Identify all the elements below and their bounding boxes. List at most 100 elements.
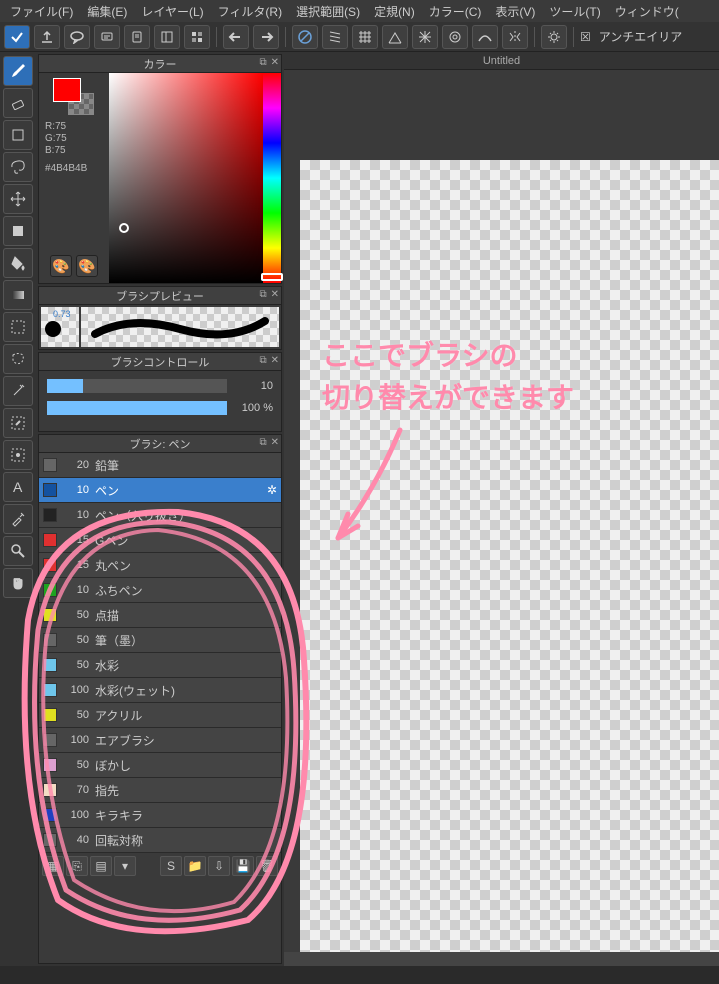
select-brush-tool[interactable] [3, 440, 33, 470]
lasso-tool[interactable] [3, 152, 33, 182]
brush-tool[interactable] [3, 56, 33, 86]
brush-save-icon[interactable]: 💾 [232, 856, 254, 876]
palette-swap-icon[interactable]: 🎨 [76, 255, 98, 277]
gear-icon[interactable]: ✲ [267, 483, 277, 497]
speech-icon[interactable] [64, 25, 90, 49]
wand-tool[interactable] [3, 376, 33, 406]
redo-button[interactable] [253, 25, 279, 49]
comment-icon[interactable] [94, 25, 120, 49]
brush-s-icon[interactable]: S [160, 856, 182, 876]
layout-icon[interactable] [154, 25, 180, 49]
brush-import-icon[interactable]: ⇩ [208, 856, 230, 876]
brush-row[interactable]: 10ペン✲ [39, 478, 281, 503]
brush-row[interactable]: 20鉛筆 [39, 453, 281, 478]
perspective-icon[interactable] [382, 25, 408, 49]
close-icon[interactable]: ✕ [271, 289, 279, 300]
brush-delete-icon[interactable]: 🗑 [256, 856, 278, 876]
fg-bg-swatch[interactable] [54, 79, 94, 115]
shape-tool[interactable] [3, 120, 33, 150]
menu-tool[interactable]: ツール(T) [543, 1, 606, 22]
undo-button[interactable] [223, 25, 249, 49]
brush-stroke-preview [81, 307, 279, 347]
hand-tool[interactable] [3, 568, 33, 598]
popout-icon[interactable]: ⧉ [259, 57, 266, 68]
select-rect-tool[interactable] [3, 312, 33, 342]
zoom-tool[interactable] [3, 536, 33, 566]
brush-row[interactable]: 10ふちペン [39, 578, 281, 603]
brush-row[interactable]: 100水彩(ウェット) [39, 678, 281, 703]
eyedropper-tool[interactable] [3, 504, 33, 534]
radial-icon[interactable] [412, 25, 438, 49]
symmetry-icon[interactable] [502, 25, 528, 49]
menu-view[interactable]: 表示(V) [489, 1, 541, 22]
brush-row[interactable]: 50点描 [39, 603, 281, 628]
brush-prop-icon[interactable]: ▤ [90, 856, 112, 876]
brush-color-swatch [43, 508, 57, 522]
menu-file[interactable]: ファイル(F) [4, 1, 79, 22]
brush-row[interactable]: 40回転対称 [39, 828, 281, 853]
canvas-viewport[interactable] [284, 70, 719, 966]
brush-folder-icon[interactable]: 📁 [184, 856, 206, 876]
palette-icon[interactable]: 🎨 [50, 255, 72, 277]
brush-row[interactable]: 100エアブラシ [39, 728, 281, 753]
canvas-document[interactable] [300, 160, 719, 956]
brush-size-label: 10 [63, 584, 89, 596]
eraser-tool[interactable] [3, 88, 33, 118]
export-icon[interactable] [34, 25, 60, 49]
select-pen-tool[interactable] [3, 408, 33, 438]
brush-color-swatch [43, 608, 57, 622]
close-icon[interactable]: ✕ [271, 57, 279, 68]
brush-row[interactable]: 50水彩 [39, 653, 281, 678]
select-lasso-tool[interactable] [3, 344, 33, 374]
popout-icon[interactable]: ⧉ [259, 289, 266, 300]
text-tool[interactable]: A [3, 472, 33, 502]
close-icon[interactable]: ✕ [271, 437, 279, 448]
menu-edit[interactable]: 編集(E) [81, 1, 133, 22]
brush-row[interactable]: 50アクリル [39, 703, 281, 728]
brush-row[interactable]: 70指先 [39, 778, 281, 803]
brush-row[interactable]: 15Gペン [39, 528, 281, 553]
menu-select[interactable]: 選択範囲(S) [290, 1, 366, 22]
document-tab[interactable]: Untitled [284, 52, 719, 70]
grid-icon[interactable] [352, 25, 378, 49]
brush-preview-panel: ブラシプレビュー ⧉✕ 0.73 [38, 286, 282, 350]
settings-button[interactable] [541, 25, 567, 49]
brush-row[interactable]: 100キラキラ [39, 803, 281, 828]
popout-icon[interactable]: ⧉ [259, 437, 266, 448]
apply-button[interactable] [4, 25, 30, 49]
horizontal-scrollbar[interactable] [284, 952, 719, 966]
brush-size-label: 15 [63, 559, 89, 571]
brush-row[interactable]: 50ぼかし [39, 753, 281, 778]
menu-layer[interactable]: レイヤー(L) [135, 1, 209, 22]
menu-norm[interactable]: 定規(N) [368, 1, 421, 22]
color-panel: カラー ⧉✕ R:75 G:75 B:75 #4B4B4B [38, 54, 282, 284]
page-icon[interactable] [124, 25, 150, 49]
no-line-icon[interactable] [292, 25, 318, 49]
brush-size-label: 50 [63, 759, 89, 771]
menu-filter[interactable]: フィルタ(R) [212, 1, 288, 22]
bucket-tool[interactable] [3, 248, 33, 278]
concentric-icon[interactable] [442, 25, 468, 49]
size-slider[interactable] [47, 379, 227, 393]
fillrect-tool[interactable] [3, 216, 33, 246]
palette-icon[interactable] [184, 25, 210, 49]
panel-title: ブラシコントロール [111, 354, 210, 370]
move-tool[interactable] [3, 184, 33, 214]
brush-menu-icon[interactable]: ▾ [114, 856, 136, 876]
brush-row[interactable]: 50筆（墨） [39, 628, 281, 653]
brush-dup-icon[interactable]: ⎘ [66, 856, 88, 876]
popout-icon[interactable]: ⧉ [259, 355, 266, 366]
menu-window[interactable]: ウィンドウ( [609, 1, 685, 22]
color-picker[interactable] [109, 73, 281, 283]
gradient-tool[interactable] [3, 280, 33, 310]
brush-row[interactable]: 10ペン（入り抜き） [39, 503, 281, 528]
panel-title: ブラシプレビュー [116, 288, 204, 304]
parallel-lines-icon[interactable] [322, 25, 348, 49]
menu-color[interactable]: カラー(C) [423, 1, 488, 22]
opacity-slider[interactable] [47, 401, 227, 415]
close-icon[interactable]: ✕ [271, 355, 279, 366]
brush-new-icon[interactable]: ▦ [42, 856, 64, 876]
annotation-text: ここでブラシの 切り替えができます [322, 335, 574, 419]
curve-icon[interactable] [472, 25, 498, 49]
brush-row[interactable]: 15丸ペン [39, 553, 281, 578]
